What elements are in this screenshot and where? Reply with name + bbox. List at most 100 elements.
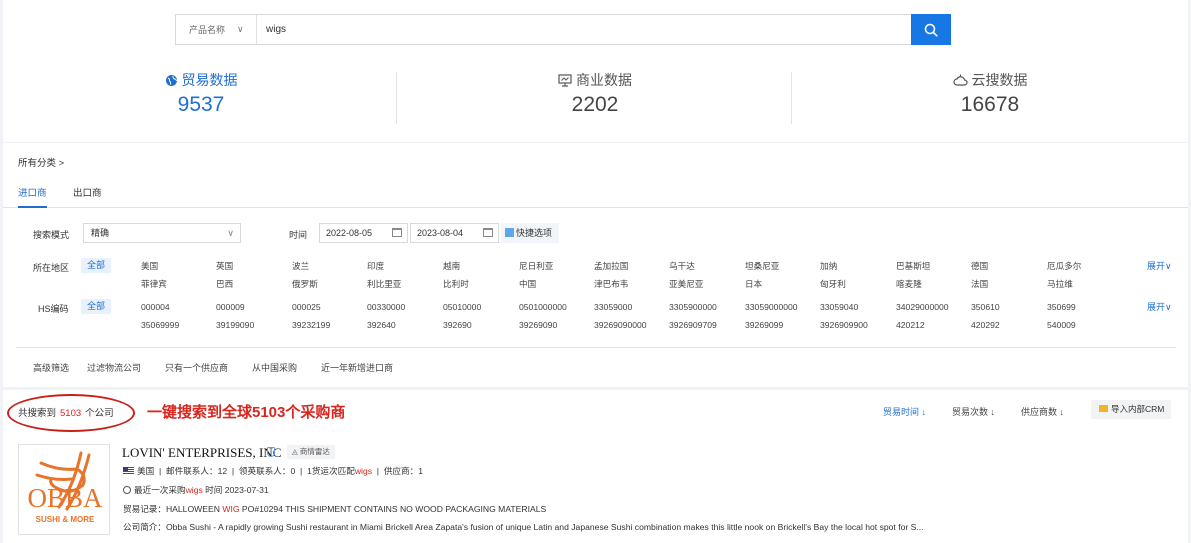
radar-label: 商情雷达 <box>299 447 330 456</box>
hs-code-option[interactable]: 392690 <box>443 320 472 330</box>
region-option[interactable]: 中国 <box>519 278 536 290</box>
hs-code-option[interactable]: 000009 <box>216 302 245 312</box>
mail-contacts[interactable]: 邮件联系人：12 <box>166 466 227 476</box>
date-end-input[interactable]: 2023-08-04 <box>410 223 499 243</box>
date-end-value: 2023-08-04 <box>417 228 464 238</box>
quick-options-button[interactable]: 快捷选项 <box>501 223 559 243</box>
hs-code-option[interactable]: 39269090 <box>519 320 557 330</box>
clock-icon <box>123 486 131 494</box>
hs-code-option[interactable]: 3305900000 <box>669 302 717 312</box>
hs-code-option[interactable]: 33059040 <box>820 302 858 312</box>
hs-code-option[interactable]: 33059000000 <box>745 302 798 312</box>
search-input[interactable]: wigs <box>266 15 286 44</box>
region-option[interactable]: 德国 <box>971 260 988 272</box>
sort-trade-time[interactable]: 贸易时间 ↓ <box>883 405 926 418</box>
search-type-dropdown[interactable]: 产品名称 ∨ <box>176 15 257 44</box>
search-icon <box>924 23 938 37</box>
sort-trade-count[interactable]: 贸易次数 ↓ <box>952 405 995 418</box>
region-option[interactable]: 喀麦隆 <box>896 278 922 290</box>
search-mode-select[interactable]: 精确 ∨ <box>83 223 241 243</box>
breadcrumb[interactable]: 所有分类 > <box>18 155 64 169</box>
region-option[interactable]: 越南 <box>443 260 460 272</box>
supplier-count: 供应商：1 <box>383 466 423 476</box>
hs-code-option[interactable]: 39232199 <box>292 320 330 330</box>
calendar-icon <box>392 228 402 237</box>
region-option[interactable]: 美国 <box>141 260 158 272</box>
obba-logo-image: OBBA SUSHI & MORE <box>27 451 103 524</box>
stat-business-data[interactable]: 商业数据 2202 <box>397 70 793 117</box>
filter-panel: 所有分类 > 进口商 出口商 搜索模式 精确 ∨ 时间 2022-08-05 2… <box>3 143 1188 387</box>
logo-text: OBBA <box>27 483 103 513</box>
company-name[interactable]: LOVIN' ENTERPRISES, INC <box>122 445 281 461</box>
region-expand-link[interactable]: 展开∨ <box>1147 259 1172 272</box>
stat-trade-data[interactable]: 贸易数据 9537 <box>3 70 399 117</box>
date-start-input[interactable]: 2022-08-05 <box>319 223 408 243</box>
radar-icon: ◬ <box>292 447 298 456</box>
region-option[interactable]: 乌干达 <box>669 260 695 272</box>
region-option[interactable]: 巴西 <box>216 278 233 290</box>
stat-value: 16678 <box>960 93 1020 116</box>
region-option[interactable]: 厄瓜多尔 <box>1047 260 1081 272</box>
region-option[interactable]: 尼日利亚 <box>519 260 553 272</box>
region-option[interactable]: 印度 <box>367 260 384 272</box>
region-option[interactable]: 菲律宾 <box>141 278 167 290</box>
region-option[interactable]: 马拉维 <box>1047 278 1073 290</box>
region-option[interactable]: 巴基斯坦 <box>896 260 930 272</box>
region-option[interactable]: 孟加拉国 <box>594 260 628 272</box>
stat-cloud-data[interactable]: 云搜数据 16678 <box>792 70 1188 117</box>
region-option[interactable]: 日本 <box>745 278 762 290</box>
region-option[interactable]: 利比里亚 <box>367 278 401 290</box>
region-option[interactable]: 法国 <box>971 278 988 290</box>
filter-single-supplier-option[interactable]: 只有一个供应商 <box>165 361 228 374</box>
region-option[interactable]: 津巴布韦 <box>594 278 628 290</box>
tab-exporters[interactable]: 出口商 <box>73 185 102 208</box>
expand-label: 展开 <box>1147 261 1166 271</box>
region-option[interactable]: 俄罗斯 <box>292 278 318 290</box>
hs-code-option[interactable]: 420292 <box>971 320 1000 330</box>
search-button[interactable] <box>911 14 951 45</box>
region-option[interactable]: 波兰 <box>292 260 309 272</box>
chevron-down-icon: ∨ <box>227 228 234 238</box>
region-all-tag[interactable]: 全部 <box>81 258 111 273</box>
hs-code-option[interactable]: 000025 <box>292 302 321 312</box>
hs-code-option[interactable]: 350610 <box>971 302 1000 312</box>
hs-code-option[interactable]: 05010000 <box>443 302 481 312</box>
hs-code-option[interactable]: 3926909709 <box>669 320 717 330</box>
region-option[interactable]: 亚美尼亚 <box>669 278 703 290</box>
hs-code-option[interactable]: 392640 <box>367 320 396 330</box>
hs-code-option[interactable]: 0501000000 <box>519 302 567 312</box>
filter-from-china-option[interactable]: 从中国采购 <box>252 361 297 374</box>
quick-options-icon <box>505 228 514 237</box>
hs-code-option[interactable]: 39269099 <box>745 320 783 330</box>
business-radar-button[interactable]: ◬ 商情雷达 <box>287 445 335 459</box>
region-option[interactable]: 比利时 <box>443 278 469 290</box>
filter-logistics-option[interactable]: 过滤物流公司 <box>87 361 141 374</box>
advanced-filter-label: 高级筛选 <box>33 363 70 373</box>
tab-importers[interactable]: 进口商 <box>18 185 47 208</box>
hs-code-option[interactable]: 33059000 <box>594 302 632 312</box>
hs-all-tag[interactable]: 全部 <box>81 299 111 314</box>
hs-code-option[interactable]: 350699 <box>1047 302 1076 312</box>
trade-rest: PO#10294 THIS SHIPMENT CONTAINS NO WOOD … <box>239 504 547 514</box>
hs-code-option[interactable]: 540009 <box>1047 320 1076 330</box>
hs-code-option[interactable]: 3926909900 <box>820 320 868 330</box>
hs-code-option[interactable]: 000004 <box>141 302 170 312</box>
hs-code-option[interactable]: 35069999 <box>141 320 179 330</box>
region-option[interactable]: 匈牙利 <box>820 278 846 290</box>
hs-code-option[interactable]: 39199090 <box>216 320 254 330</box>
region-option[interactable]: 英国 <box>216 260 233 272</box>
hs-code-option[interactable]: 39269090000 <box>594 320 647 330</box>
import-crm-button[interactable]: 导入内部CRM <box>1091 400 1171 419</box>
company-logo[interactable]: OBBA SUSHI & MORE <box>18 444 110 535</box>
hs-code-option[interactable]: 420212 <box>896 320 925 330</box>
linkedin-contacts[interactable]: 领英联系人：0 <box>239 466 295 476</box>
region-option[interactable]: 坦桑尼亚 <box>745 260 779 272</box>
filter-new-importers-option[interactable]: 近一年新增进口商 <box>321 361 393 374</box>
search-type-label: 产品名称 <box>189 25 226 35</box>
region-option[interactable]: 加纳 <box>820 260 837 272</box>
hs-expand-link[interactable]: 展开∨ <box>1147 300 1172 313</box>
stat-label: 云搜数据 <box>971 72 1028 88</box>
sort-supplier-count[interactable]: 供应商数 ↓ <box>1021 405 1064 418</box>
hs-code-option[interactable]: 00330000 <box>367 302 405 312</box>
hs-code-option[interactable]: 34029000000 <box>896 302 949 312</box>
